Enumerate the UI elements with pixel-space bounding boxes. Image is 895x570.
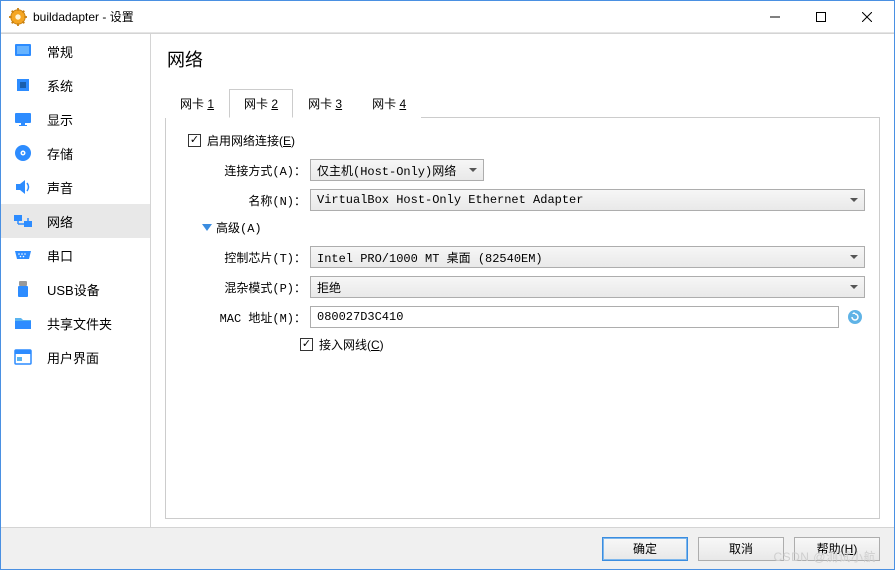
promiscuous-mode-dropdown[interactable]: 拒绝 [310,276,865,298]
window-controls [752,2,890,32]
sidebar-item-label: 网络 [47,212,73,231]
sidebar-item-system[interactable]: 系统 [1,68,150,102]
tab-label: 网卡 [180,97,207,111]
sidebar-item-label: 声音 [47,178,73,197]
tab-label: 网卡 [372,97,399,111]
sidebar-item-label: 系统 [47,76,73,95]
tab-adapter-1[interactable]: 网卡 1 [165,89,229,118]
advanced-toggle[interactable]: 高级(A) [180,219,865,236]
tab-label: 网卡 [308,97,335,111]
tab-label: 网卡 [244,97,271,111]
adapter-type-label: 控制芯片(T)： [200,249,310,266]
monitor-icon [13,41,33,61]
mac-address-input[interactable] [310,306,839,328]
tab-adapter-4[interactable]: 网卡 4 [357,89,421,118]
maximize-button[interactable] [798,2,844,32]
minimize-button[interactable] [752,2,798,32]
layout-icon [13,347,33,367]
main-panel: 网络 网卡 1 网卡 2 网卡 3 网卡 4 启用网络连接(E) 连接方式(A)… [151,34,894,527]
display-icon [13,109,33,129]
close-button[interactable] [844,2,890,32]
serial-port-icon [13,245,33,265]
adapter-name-label: 名称(N)： [200,192,310,209]
sidebar-item-label: 用户界面 [47,348,99,367]
enable-adapter-checkbox[interactable] [188,134,201,147]
refresh-icon [847,309,863,325]
sidebar-item-general[interactable]: 常规 [1,34,150,68]
ok-label: 确定 [633,540,657,557]
cable-connected-row: 接入网线(C) [180,336,865,353]
sidebar-item-user-interface[interactable]: 用户界面 [1,340,150,374]
cancel-button[interactable]: 取消 [698,537,784,561]
enable-adapter-label: 启用网络连接(E) [207,132,295,149]
chip-icon [13,75,33,95]
dialog-footer: 确定 取消 帮助(H) CSDN @测试小航 [1,527,894,569]
sidebar-item-label: 串口 [47,246,73,265]
tab-number: 2 [271,97,278,111]
chevron-down-icon [202,224,212,231]
sidebar-item-usb[interactable]: USB设备 [1,272,150,306]
usb-icon [13,279,33,299]
cancel-label: 取消 [729,540,753,557]
sidebar-item-storage[interactable]: 存储 [1,136,150,170]
attached-to-value: 仅主机(Host-Only)网络 [317,162,456,179]
sidebar-item-audio[interactable]: 声音 [1,170,150,204]
tab-number: 1 [207,97,214,111]
folder-icon [13,313,33,333]
adapter-name-dropdown[interactable]: VirtualBox Host-Only Ethernet Adapter [310,189,865,211]
promiscuous-mode-value: 拒绝 [317,279,341,296]
app-gear-icon [9,8,27,26]
attached-to-label: 连接方式(A)： [200,162,310,179]
window-title: buildadapter - 设置 [33,8,752,25]
content-area: 常规 系统 显示 存储 声音 网络 [1,33,894,527]
cable-connected-checkbox[interactable] [300,338,313,351]
sidebar-item-display[interactable]: 显示 [1,102,150,136]
sidebar-item-label: 常规 [47,42,73,61]
sidebar-item-label: USB设备 [47,280,100,299]
sidebar-item-label: 显示 [47,110,73,129]
refresh-mac-button[interactable] [845,307,865,327]
adapter-settings-body: 启用网络连接(E) 连接方式(A)： 仅主机(Host-Only)网络 名称(N… [165,118,880,519]
sidebar-item-label: 共享文件夹 [47,314,112,333]
tab-number: 3 [335,97,342,111]
cable-connected-label: 接入网线(C) [319,336,384,353]
sidebar-item-network[interactable]: 网络 [1,204,150,238]
mac-address-label: MAC 地址(M)： [200,309,310,326]
adapter-type-dropdown[interactable]: Intel PRO/1000 MT 桌面 (82540EM) [310,246,865,268]
page-title: 网络 [165,46,880,72]
settings-window: buildadapter - 设置 常规 系统 显示 存储 [0,0,895,570]
sidebar-item-label: 存储 [47,144,73,163]
sidebar-item-serial[interactable]: 串口 [1,238,150,272]
help-label: 帮助(H) [817,540,858,557]
network-icon [13,211,33,231]
tab-adapter-2[interactable]: 网卡 2 [229,89,293,118]
help-button[interactable]: 帮助(H) [794,537,880,561]
disk-icon [13,143,33,163]
promiscuous-mode-label: 混杂模式(P)： [200,279,310,296]
ok-button[interactable]: 确定 [602,537,688,561]
adapter-type-value: Intel PRO/1000 MT 桌面 (82540EM) [317,249,543,266]
sidebar-item-shared-folders[interactable]: 共享文件夹 [1,306,150,340]
sidebar: 常规 系统 显示 存储 声音 网络 [1,34,151,527]
titlebar: buildadapter - 设置 [1,1,894,33]
attached-to-dropdown[interactable]: 仅主机(Host-Only)网络 [310,159,484,181]
tab-number: 4 [399,97,406,111]
adapter-tabs: 网卡 1 网卡 2 网卡 3 网卡 4 [165,88,880,118]
advanced-label: 高级(A) [216,219,262,236]
tab-adapter-3[interactable]: 网卡 3 [293,89,357,118]
speaker-icon [13,177,33,197]
enable-adapter-row: 启用网络连接(E) [180,132,865,149]
adapter-name-value: VirtualBox Host-Only Ethernet Adapter [317,193,583,207]
